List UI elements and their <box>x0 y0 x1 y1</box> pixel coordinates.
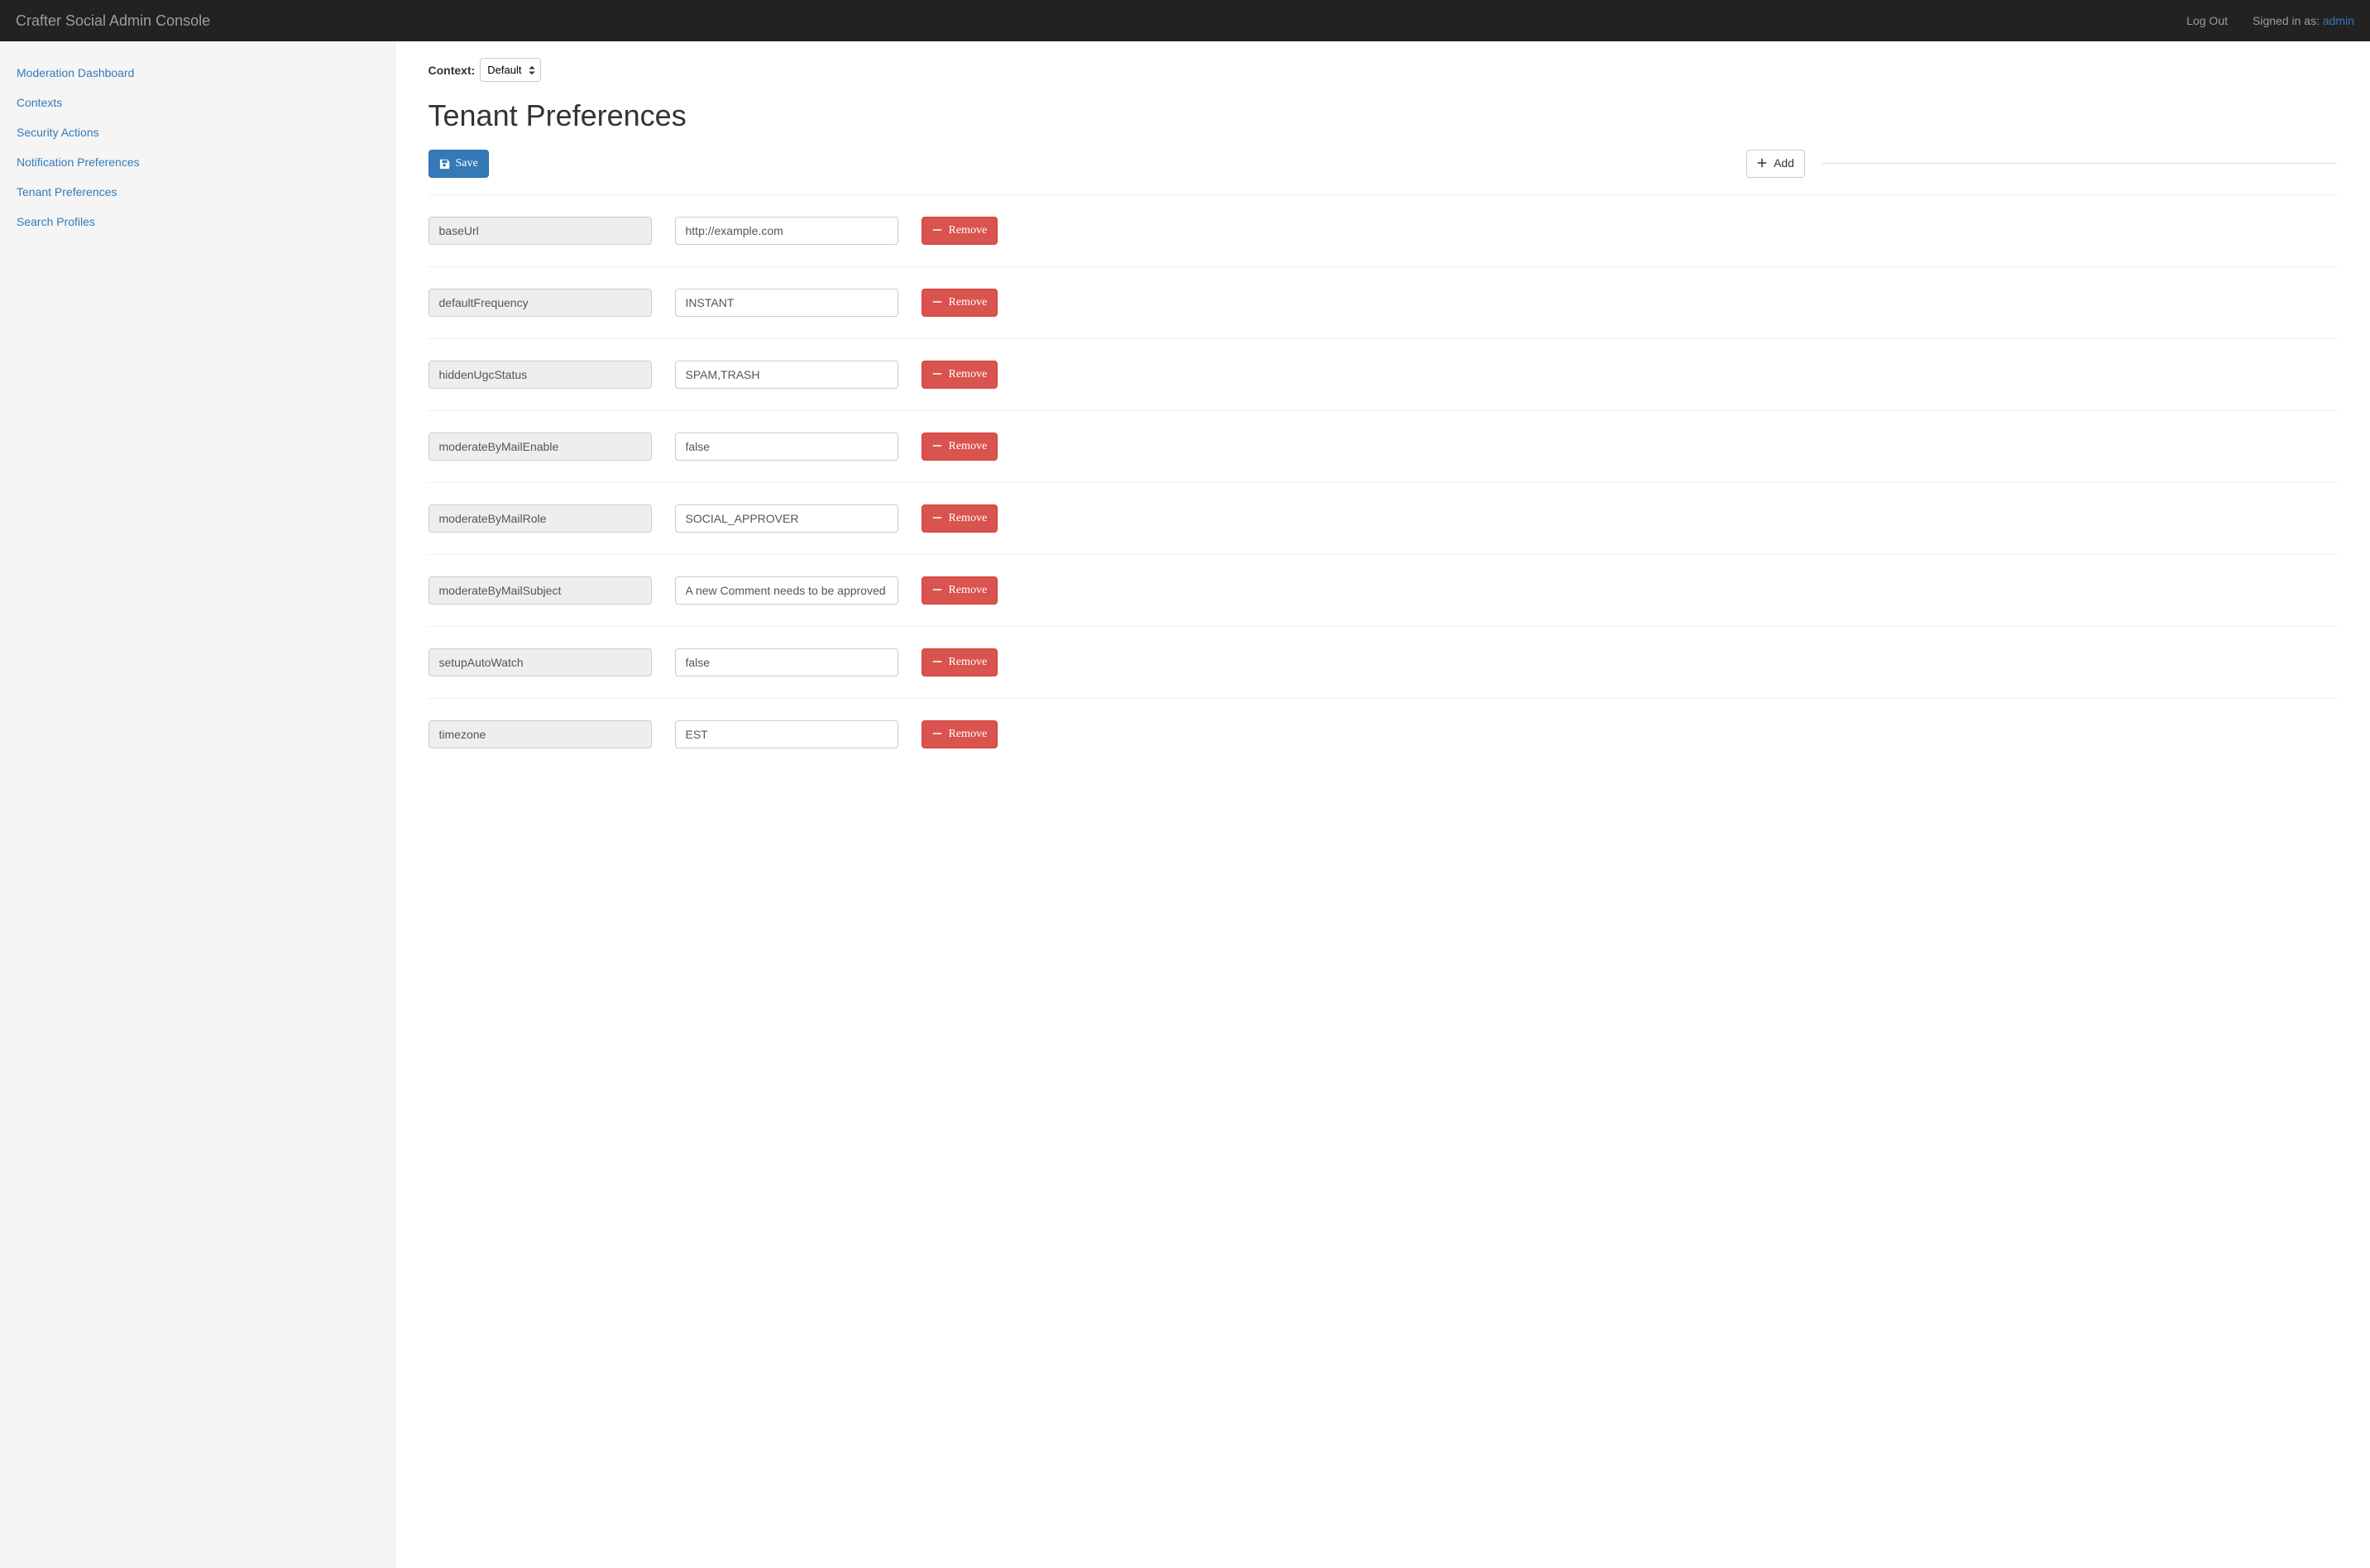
main: Context: Default Tenant Preferences Save… <box>395 41 2370 1568</box>
minus-icon <box>932 441 944 452</box>
remove-button-label: Remove <box>949 654 988 671</box>
pref-row: Remove <box>429 626 2338 698</box>
navbar-right: Log Out Signed in as: admin <box>2186 14 2358 27</box>
sidebar-item-contexts[interactable]: Contexts <box>17 88 386 117</box>
remove-button-label: Remove <box>949 294 988 311</box>
remove-button-label: Remove <box>949 222 988 239</box>
brand-link[interactable]: Crafter Social Admin Console <box>12 0 223 42</box>
pref-key-input <box>429 504 652 533</box>
minus-icon <box>932 729 944 740</box>
sidebar-item-security-actions[interactable]: Security Actions <box>17 117 386 147</box>
remove-button-label: Remove <box>949 366 988 383</box>
page-title: Tenant Preferences <box>429 98 2338 133</box>
pref-key-input <box>429 289 652 317</box>
pref-row: Remove <box>429 698 2338 770</box>
add-button[interactable]: Add <box>1746 150 1805 178</box>
remove-button[interactable]: Remove <box>922 504 998 533</box>
pref-value-input[interactable] <box>675 576 898 605</box>
sidebar: Moderation Dashboard Contexts Security A… <box>0 41 395 1568</box>
pref-key-input <box>429 433 652 461</box>
minus-icon <box>932 657 944 668</box>
signed-in-prefix: Signed in as: <box>2253 14 2323 27</box>
pref-row: Remove <box>429 338 2338 410</box>
pref-key-input <box>429 648 652 676</box>
pref-key-input <box>429 576 652 605</box>
minus-icon <box>932 225 944 237</box>
pref-row: Remove <box>429 554 2338 626</box>
minus-icon <box>932 585 944 596</box>
pref-value-input[interactable] <box>675 504 898 533</box>
context-select[interactable]: Default <box>480 58 541 82</box>
pref-value-input[interactable] <box>675 217 898 245</box>
remove-button[interactable]: Remove <box>922 648 998 676</box>
save-button-label: Save <box>456 155 478 172</box>
pref-list: Remove Remove Remove Remove Remove Remove Remo… <box>429 194 2338 770</box>
minus-icon <box>932 369 944 380</box>
remove-button[interactable]: Remove <box>922 720 998 748</box>
remove-button[interactable]: Remove <box>922 289 998 317</box>
sidebar-list: Moderation Dashboard Contexts Security A… <box>17 58 386 237</box>
context-row: Context: Default <box>429 58 2338 82</box>
remove-button[interactable]: Remove <box>922 217 998 245</box>
pref-row: Remove <box>429 482 2338 554</box>
sidebar-item-search-profiles[interactable]: Search Profiles <box>17 207 386 237</box>
add-button-label: Add <box>1774 155 1794 172</box>
remove-button[interactable]: Remove <box>922 433 998 461</box>
logout-link[interactable]: Log Out <box>2186 14 2228 27</box>
pref-key-input <box>429 361 652 389</box>
remove-button-label: Remove <box>949 510 988 527</box>
plus-icon <box>1757 158 1769 170</box>
save-button[interactable]: Save <box>429 150 489 178</box>
username-link[interactable]: admin <box>2323 14 2354 27</box>
pref-key-input <box>429 217 652 245</box>
pref-value-input[interactable] <box>675 720 898 748</box>
remove-button-label: Remove <box>949 582 988 599</box>
pref-value-input[interactable] <box>675 433 898 461</box>
minus-icon <box>932 297 944 308</box>
sidebar-item-tenant-preferences[interactable]: Tenant Preferences <box>17 177 386 207</box>
actions-row: Save Add <box>429 150 2338 178</box>
save-icon <box>439 158 451 170</box>
pref-key-input <box>429 720 652 748</box>
sidebar-item-moderation-dashboard[interactable]: Moderation Dashboard <box>17 58 386 88</box>
actions-divider <box>1822 163 2337 164</box>
sidebar-item-notification-preferences[interactable]: Notification Preferences <box>17 147 386 177</box>
navbar: Crafter Social Admin Console Log Out Sig… <box>0 0 2370 41</box>
pref-row: Remove <box>429 266 2338 338</box>
pref-value-input[interactable] <box>675 289 898 317</box>
context-label: Context: <box>429 64 476 77</box>
pref-value-input[interactable] <box>675 648 898 676</box>
pref-row: Remove <box>429 410 2338 482</box>
remove-button-label: Remove <box>949 726 988 743</box>
remove-button-label: Remove <box>949 438 988 455</box>
remove-button[interactable]: Remove <box>922 576 998 605</box>
minus-icon <box>932 513 944 524</box>
remove-button[interactable]: Remove <box>922 361 998 389</box>
pref-row: Remove <box>429 194 2338 266</box>
signed-in-as: Signed in as: admin <box>2253 14 2354 27</box>
pref-value-input[interactable] <box>675 361 898 389</box>
